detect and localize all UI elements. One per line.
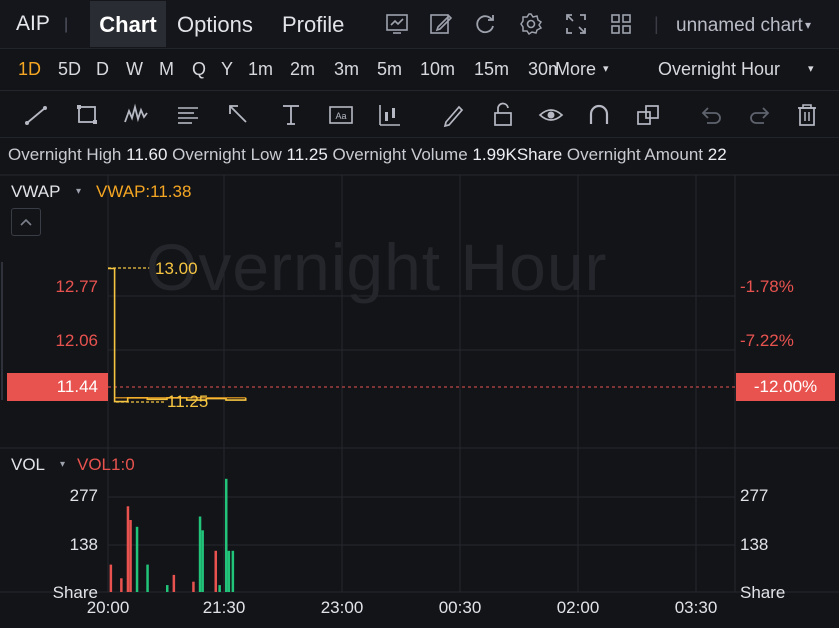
chevron-down-icon[interactable]: ▾ <box>60 459 65 470</box>
time-axis-tick: 20:00 <box>86 598 130 617</box>
time-axis-tick: 21:30 <box>202 598 246 617</box>
time-axis-tick: 02:00 <box>556 598 600 617</box>
last-price-label: 11.44 <box>7 373 108 401</box>
price-axis-tick: 12.77 <box>55 277 98 296</box>
volume-bar <box>214 550 217 592</box>
volume-bar <box>198 516 202 592</box>
volume-bar <box>218 585 221 592</box>
volume-axis-tick: 277 <box>69 486 98 505</box>
volume-axis-tick: 277 <box>740 486 769 505</box>
volume-series <box>109 478 235 592</box>
volume-axis-unit: Share <box>740 583 786 602</box>
low-annotation: 11.25 <box>167 392 209 411</box>
volume-bar <box>166 585 169 592</box>
volume-axis-tick: 138 <box>740 535 769 554</box>
time-axis-tick: 00:30 <box>438 598 482 617</box>
vol-value: VOL1:0 <box>77 455 135 474</box>
vol-indicator-label[interactable]: VOL <box>11 455 45 475</box>
high-annotation: 13.00 <box>155 259 198 278</box>
session-watermark: Overnight Hour <box>146 230 608 304</box>
volume-axis-unit: Share <box>52 583 98 602</box>
volume-bar <box>129 520 132 592</box>
time-axis-tick: 03:30 <box>674 598 718 617</box>
volume-bar <box>126 506 130 592</box>
vwap-indicator-label[interactable]: VWAP <box>11 182 60 202</box>
volume-bar <box>192 581 195 592</box>
volume-bar <box>225 478 228 592</box>
percent-axis-tick: -1.78% <box>740 277 794 296</box>
volume-bar <box>109 564 113 592</box>
volume-bar <box>120 578 123 592</box>
volume-bar <box>172 574 176 592</box>
last-percent-label: -12.00% <box>736 373 835 401</box>
vwap-value: VWAP:11.38 <box>96 182 192 201</box>
time-axis-tick: 23:00 <box>320 598 364 617</box>
chevron-up-icon <box>20 218 32 226</box>
volume-bar <box>201 530 204 592</box>
volume-bar <box>146 564 149 592</box>
price-axis-tick: 12.06 <box>55 331 98 350</box>
collapse-button[interactable] <box>11 208 41 236</box>
percent-axis-tick: -7.22% <box>740 331 794 350</box>
chart-canvas[interactable] <box>0 0 839 628</box>
chevron-down-icon[interactable]: ▾ <box>76 186 81 197</box>
volume-axis-tick: 138 <box>69 535 98 554</box>
volume-bar <box>227 550 231 592</box>
volume-bar <box>231 550 235 592</box>
volume-bar <box>135 526 139 592</box>
